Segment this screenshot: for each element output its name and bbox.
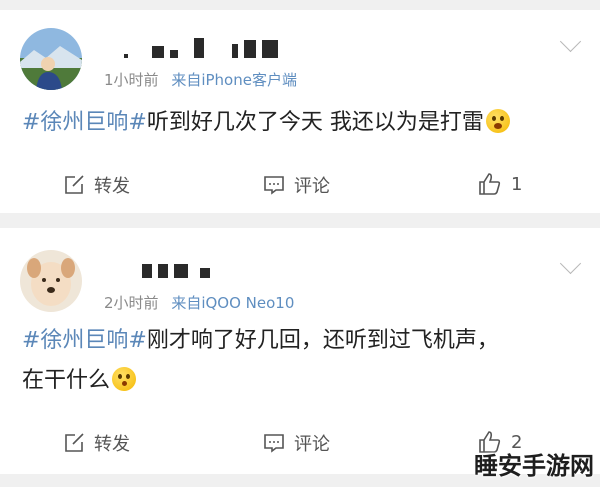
thumbs-up-icon	[479, 173, 501, 195]
like-button[interactable]: 1	[478, 172, 522, 196]
repost-icon	[65, 433, 84, 452]
post-source[interactable]: 来自iPhone客户端	[171, 71, 297, 89]
avatar[interactable]	[20, 250, 82, 312]
hashtag-link[interactable]: #徐州巨响#	[22, 110, 147, 135]
repost-button[interactable]: 转发	[63, 172, 130, 198]
post-time: 2小时前	[104, 294, 159, 312]
like-count: 1	[511, 173, 523, 195]
post-text: #徐州巨响#听到好几次了今天 我还以为是打雷	[22, 105, 576, 141]
hashtag-link[interactable]: #徐州巨响#	[22, 328, 147, 353]
post-body-line: 在干什么	[22, 368, 111, 393]
action-bar: 转发 评论 1	[0, 172, 600, 202]
comment-label: 评论	[294, 434, 330, 455]
comment-icon	[264, 434, 284, 453]
repost-label: 转发	[94, 176, 130, 197]
post-body-line: 听到好几次了今天 我还以为是打雷	[146, 110, 484, 135]
comment-button[interactable]: 评论	[263, 430, 330, 456]
scream-face-emoji-icon	[485, 109, 510, 133]
watermark: 睡安手游网	[474, 452, 594, 480]
chevron-down-icon[interactable]	[559, 252, 582, 275]
username-redacted[interactable]	[124, 38, 278, 58]
post-time: 1小时前	[104, 71, 159, 89]
repost-button[interactable]: 转发	[63, 430, 130, 456]
post-line: 在干什么	[22, 363, 576, 399]
thinking-face-emoji-icon	[112, 367, 137, 391]
post-meta: 2小时前 来自iQOO Neo10	[104, 292, 294, 313]
comment-label: 评论	[294, 176, 330, 197]
comment-icon	[264, 176, 284, 195]
post-line: #徐州巨响#刚才响了好几回，还听到过飞机声，	[22, 323, 576, 359]
post-body-line: 刚才响了好几回，还听到过飞机声，	[146, 328, 499, 353]
comment-button[interactable]: 评论	[263, 172, 330, 198]
post-card[interactable]: 1小时前 来自iPhone客户端 #徐州巨响#听到好几次了今天 我还以为是打雷 …	[0, 10, 600, 213]
avatar[interactable]	[20, 28, 82, 90]
post-meta: 1小时前 来自iPhone客户端	[104, 69, 297, 90]
chevron-down-icon[interactable]	[559, 30, 582, 53]
post-source[interactable]: 来自iQOO Neo10	[171, 294, 294, 312]
repost-label: 转发	[94, 434, 130, 455]
repost-icon	[65, 175, 84, 194]
post-text: #徐州巨响#刚才响了好几回，还听到过飞机声， 在干什么	[22, 323, 576, 399]
post-card[interactable]: 2小时前 来自iQOO Neo10 #徐州巨响#刚才响了好几回，还听到过飞机声，…	[0, 228, 600, 474]
username-redacted[interactable]	[142, 258, 210, 278]
